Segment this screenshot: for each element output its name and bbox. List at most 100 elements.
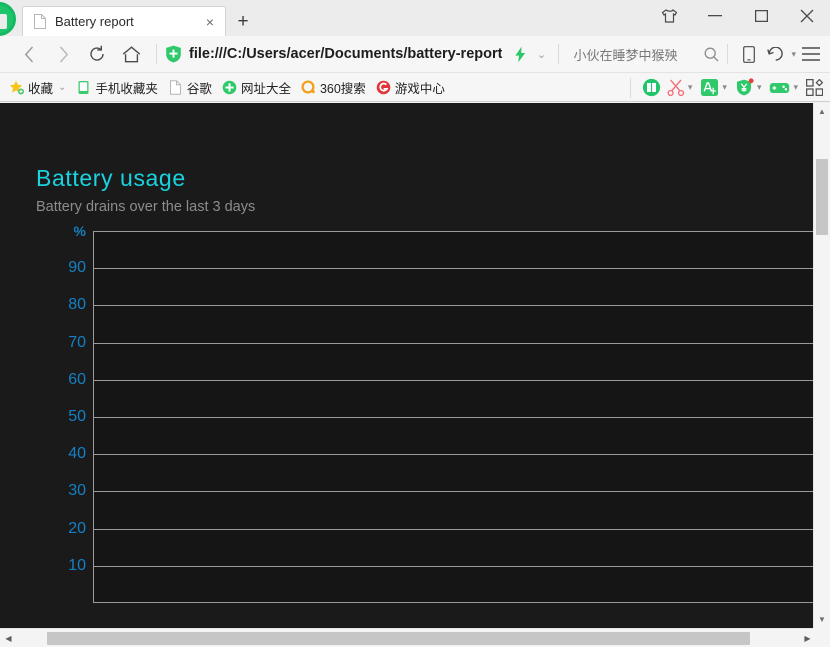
chart-plot-area [93, 231, 830, 603]
chart-y-tick-label: 90 [68, 259, 86, 277]
document-icon [33, 14, 47, 29]
search-input[interactable]: 小伙在睡梦中猴殃 [573, 45, 704, 64]
theme-skin-button[interactable] [646, 0, 692, 32]
bookmark-label: 收藏 [28, 78, 53, 97]
maximize-icon [755, 10, 768, 22]
chart-y-tick-label: 30 [68, 482, 86, 500]
back-button[interactable] [12, 39, 46, 69]
scroll-up-button[interactable]: ▲ [814, 103, 830, 120]
home-icon [122, 46, 141, 63]
horizontal-scrollbar[interactable]: ◀ ▶ [0, 628, 830, 647]
scroll-down-button[interactable]: ▼ [814, 611, 830, 628]
navigation-toolbar: file:///C:/Users/acer/Documents/battery-… [0, 36, 830, 73]
horizontal-scroll-thumb[interactable] [47, 632, 750, 645]
chart-y-tick-label: 60 [68, 371, 86, 389]
bookmark-favorites[interactable]: 收藏 ⌄ [4, 75, 71, 99]
chevron-down-icon[interactable]: ⌄ [533, 48, 549, 61]
close-button[interactable] [784, 0, 830, 32]
close-icon[interactable]: × [201, 13, 219, 31]
chevron-down-icon[interactable]: ▾ [722, 82, 727, 93]
toolbar-divider [156, 44, 157, 64]
chart-y-axis: %908070605040302010 [34, 231, 86, 603]
vertical-scrollbar[interactable]: ▲ ▼ [813, 103, 830, 628]
history-caret-icon[interactable]: ▾ [791, 49, 796, 60]
report-container: Battery usage Battery drains over the la… [0, 103, 822, 611]
reload-button[interactable] [80, 39, 114, 69]
chart-y-tick-label: 70 [68, 334, 86, 352]
chart-gridline [94, 305, 830, 306]
chart-gridline [94, 491, 830, 492]
game-center-button[interactable]: ▾ [766, 80, 803, 96]
translate-icon [700, 78, 719, 97]
scroll-left-button[interactable]: ◀ [0, 629, 17, 647]
search-icon[interactable] [704, 47, 719, 62]
bookmark-google[interactable]: 谷歌 [163, 75, 217, 99]
battery-usage-chart: %908070605040302010 [34, 231, 822, 611]
scrollbar-corner [813, 628, 830, 647]
bookmark-label: 手机收藏夹 [95, 78, 158, 97]
window-controls [646, 0, 830, 32]
phone-bookmark-icon [76, 80, 91, 95]
vertical-scroll-thumb[interactable] [816, 159, 828, 235]
hamburger-icon [802, 47, 820, 61]
title-bar: Battery report × + [0, 0, 830, 36]
chevron-down-icon[interactable]: ▾ [688, 82, 693, 93]
green-plus-circle-icon [222, 80, 237, 95]
battery-report-page: Battery usage Battery drains over the la… [0, 103, 822, 628]
bookmark-site-directory[interactable]: 网址大全 [217, 75, 296, 99]
tab-battery-report[interactable]: Battery report × [22, 6, 226, 36]
main-menu-button[interactable] [798, 40, 824, 68]
screenshot-button[interactable]: ▾ [664, 79, 698, 97]
bookmark-game-center[interactable]: 游戏中心 [371, 75, 450, 99]
extensions-grid-button[interactable] [803, 79, 826, 96]
bookmark-label: 网址大全 [241, 78, 291, 97]
tools-divider [630, 78, 631, 98]
document-icon [168, 80, 183, 95]
tab-title: Battery report [55, 14, 201, 29]
history-button[interactable] [762, 40, 788, 68]
bookmark-mobile-folder[interactable]: 手机收藏夹 [71, 75, 163, 99]
bookmark-360-search[interactable]: 360搜索 [296, 75, 371, 99]
url-text: file:///C:/Users/acer/Documents/battery-… [189, 46, 502, 62]
new-tab-button[interactable]: + [228, 6, 258, 36]
orange-o-icon [301, 80, 316, 95]
home-button[interactable] [114, 39, 148, 69]
chart-gridline [94, 529, 830, 530]
chevron-down-icon[interactable]: ⌄ [58, 82, 66, 93]
translate-button[interactable]: ▾ [697, 78, 732, 97]
chart-y-tick-label: 50 [68, 408, 86, 426]
chart-y-tick-label: 80 [68, 296, 86, 314]
close-icon [800, 9, 814, 23]
chart-y-axis-unit-label: % [74, 223, 86, 239]
chevron-down-icon[interactable]: ▾ [757, 82, 762, 93]
shopping-assistant-button[interactable]: ▾ [732, 78, 767, 97]
green-shield-plus-icon[interactable] [165, 45, 182, 63]
scissors-icon [667, 79, 685, 97]
chart-gridline [94, 343, 830, 344]
gamepad-icon [769, 80, 790, 96]
chart-gridline [94, 566, 830, 567]
minimize-icon [708, 15, 722, 17]
chart-gridline [94, 454, 830, 455]
chart-y-tick-label: 10 [68, 557, 86, 575]
search-box[interactable]: 小伙在睡梦中猴殃 [567, 45, 719, 64]
tab-strip: Battery report × + [22, 0, 258, 36]
chevron-right-icon [58, 46, 69, 63]
undo-arrow-icon [767, 47, 784, 62]
mobile-view-button[interactable] [736, 40, 762, 68]
lightning-bolt-icon[interactable] [514, 46, 527, 63]
reader-mode-button[interactable] [639, 78, 664, 97]
maximize-button[interactable] [738, 0, 784, 32]
browser-logo-icon [0, 2, 16, 36]
bookmarks-bar-tools: ▾ ▾ ▾ [622, 73, 826, 102]
chart-gridline [94, 268, 830, 269]
forward-button[interactable] [46, 39, 80, 69]
apps-grid-icon [806, 79, 823, 96]
address-bar[interactable]: file:///C:/Users/acer/Documents/battery-… [165, 45, 550, 63]
tshirt-icon [661, 9, 678, 24]
bookmarks-bar: 收藏 ⌄ 手机收藏夹 谷歌 网址大全 [0, 73, 830, 102]
minimize-button[interactable] [692, 0, 738, 32]
bookmark-label: 360搜索 [320, 78, 366, 97]
chevron-down-icon[interactable]: ▾ [793, 82, 798, 93]
chart-gridline [94, 417, 830, 418]
